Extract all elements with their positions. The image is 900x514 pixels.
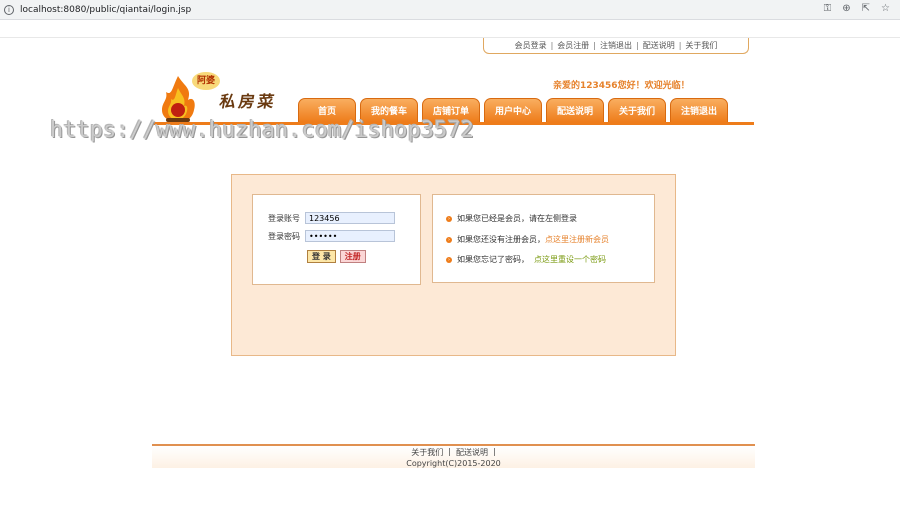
logo-text: 私房菜 bbox=[218, 92, 279, 111]
register-link[interactable]: 点这里注册新会员 bbox=[545, 234, 609, 245]
copyright-text: Copyright(C)2015-2020 bbox=[406, 459, 501, 468]
url-text[interactable]: localhost:8080/public/qiantai/login.jsp bbox=[20, 5, 191, 15]
nav-tab-delivery-info[interactable]: 配送说明 bbox=[546, 98, 604, 122]
password-row: 登录密码 bbox=[268, 230, 395, 242]
info-icon[interactable]: i bbox=[4, 4, 14, 15]
separator: | bbox=[448, 447, 451, 456]
zoom-icon[interactable]: ⊕ bbox=[842, 3, 850, 14]
top-link-member-register[interactable]: 会员注册 bbox=[557, 40, 589, 51]
login-button[interactable]: 登 录 bbox=[307, 250, 336, 263]
arrow-bullet-icon: › bbox=[446, 236, 452, 243]
separator: | bbox=[678, 41, 682, 50]
reset-password-link[interactable]: 点这里重设一个密码 bbox=[534, 254, 606, 265]
password-input[interactable] bbox=[305, 230, 395, 242]
arrow-bullet-icon: › bbox=[446, 215, 452, 222]
nav-tab-logout[interactable]: 注销退出 bbox=[670, 98, 728, 122]
login-form: 登录账号 登录密码 登 录 注册 bbox=[252, 194, 421, 285]
star-icon[interactable]: ☆ bbox=[881, 3, 890, 14]
watermark-text: https://www.huzhan.com/ishop3572 bbox=[50, 118, 474, 143]
separator: | bbox=[593, 41, 596, 50]
register-button[interactable]: 注册 bbox=[339, 250, 366, 263]
login-panel: 登录账号 登录密码 登 录 注册 › 如果您已经是会员，请在左侧登录 › 如果您… bbox=[231, 174, 676, 356]
nav-tab-user-center[interactable]: 用户中心 bbox=[484, 98, 542, 122]
nav-tab-about-us[interactable]: 关于我们 bbox=[608, 98, 666, 122]
separator: | bbox=[636, 41, 639, 50]
account-label: 登录账号 bbox=[268, 213, 300, 223]
top-link-logout[interactable]: 注销退出 bbox=[600, 40, 632, 51]
top-links: 会员登录 | 会员注册 | 注销退出 | 配送说明 | 关于我们 bbox=[483, 38, 749, 54]
site-logo: 阿婆 私房菜 bbox=[158, 70, 298, 125]
info-item-login: › 如果您已经是会员，请在左侧登录 bbox=[446, 213, 577, 224]
key-icon[interactable]: ⚿ bbox=[824, 3, 832, 14]
top-link-delivery-info[interactable]: 配送说明 bbox=[643, 40, 675, 51]
info-item-register: › 如果您还没有注册会员， 点这里注册新会员 bbox=[446, 234, 609, 245]
top-link-member-login[interactable]: 会员登录 bbox=[515, 40, 547, 51]
info-item-password: › 如果您忘记了密码， 点这里重设一个密码 bbox=[446, 254, 606, 265]
browser-address-bar[interactable]: i localhost:8080/public/qiantai/login.js… bbox=[0, 0, 900, 20]
info-text-register: 如果您还没有注册会员， bbox=[457, 235, 545, 244]
form-buttons: 登 录 注册 bbox=[307, 250, 366, 263]
info-text-password: 如果您忘记了密码， bbox=[457, 255, 529, 264]
account-row: 登录账号 bbox=[268, 212, 395, 224]
welcome-message: 亲爱的123456您好！欢迎光临！ bbox=[553, 81, 690, 91]
browser-toolbar-icons: ⚿ ⊕ ⇱ ☆ bbox=[824, 3, 890, 14]
footer: 关于我们 | 配送说明 | Copyright(C)2015-2020 bbox=[152, 446, 755, 468]
info-text-login: 如果您已经是会员，请在左侧登录 bbox=[457, 214, 577, 223]
share-icon[interactable]: ⇱ bbox=[862, 3, 870, 14]
arrow-bullet-icon: › bbox=[446, 256, 452, 263]
footer-links: 关于我们 | 配送说明 | bbox=[152, 447, 755, 458]
separator: | bbox=[493, 447, 496, 456]
top-link-about-us[interactable]: 关于我们 bbox=[685, 40, 717, 51]
account-input[interactable] bbox=[305, 212, 395, 224]
password-label: 登录密码 bbox=[268, 231, 300, 241]
footer-link-delivery-info[interactable]: 配送说明 bbox=[456, 447, 488, 458]
logo-badge: 阿婆 bbox=[192, 72, 220, 90]
separator: | bbox=[550, 41, 554, 50]
footer-link-about-us[interactable]: 关于我们 bbox=[411, 447, 443, 458]
browser-subbar bbox=[0, 20, 900, 38]
info-box: › 如果您已经是会员，请在左侧登录 › 如果您还没有注册会员， 点这里注册新会员… bbox=[432, 194, 655, 283]
